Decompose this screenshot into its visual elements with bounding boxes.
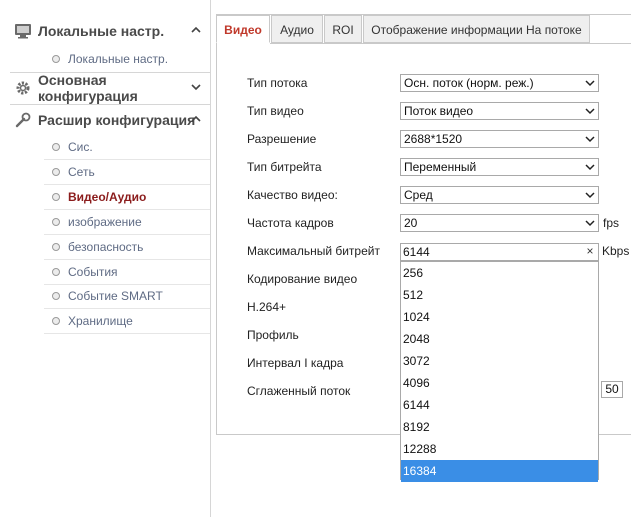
stream-type-value: Осн. поток (норм. реж.) — [404, 76, 534, 90]
video-type-label: Тип видео — [247, 104, 304, 118]
bitrate-option[interactable]: 6144 — [401, 394, 598, 416]
sidebar-section-label: Локальные настр. — [38, 23, 165, 39]
sidebar-section-label: Основная конфигурация — [37, 72, 138, 104]
clear-icon[interactable]: × — [584, 244, 596, 258]
bitrate-option[interactable]: 12288 — [401, 438, 598, 460]
wrench-icon — [14, 111, 32, 129]
sidebar-section-label: Расшир конфигурация — [38, 112, 196, 128]
sidebar: Локальные настр. Локальные настр. Основн… — [0, 0, 211, 517]
i-frame-interval-label: Интервал I кадра — [247, 356, 344, 370]
bullet-icon — [52, 168, 60, 176]
chevron-down-icon — [585, 80, 595, 87]
resolution-value: 2688*1520 — [404, 132, 463, 146]
stream-type-select[interactable]: Осн. поток (норм. реж.) — [400, 74, 599, 92]
bullet-icon — [52, 218, 60, 226]
bitrate-option[interactable]: 2048 — [401, 328, 598, 350]
bullet-icon — [52, 143, 60, 151]
bullet-icon — [52, 317, 60, 325]
chevron-up-icon — [191, 115, 201, 122]
h264plus-label: H.264+ — [247, 300, 287, 314]
tab-audio[interactable]: Аудио — [271, 15, 323, 43]
bullet-icon — [52, 55, 60, 63]
chevron-down-icon — [585, 108, 595, 115]
frame-rate-unit: fps — [603, 216, 620, 230]
chevron-down-icon — [585, 136, 595, 143]
sidebar-item-label: Сеть — [68, 165, 95, 179]
sidebar-item-events[interactable]: События — [44, 260, 210, 285]
frame-rate-label: Частота кадров — [247, 216, 334, 230]
bitrate-option[interactable]: 3072 — [401, 350, 598, 372]
video-type-value: Поток видео — [404, 104, 474, 118]
tab-video[interactable]: Видео — [216, 15, 270, 43]
chevron-down-icon — [585, 192, 595, 199]
bullet-icon — [52, 243, 60, 251]
tab-roi[interactable]: ROI — [324, 15, 362, 43]
chevron-down-icon — [191, 84, 201, 91]
sidebar-item-label: События — [68, 265, 118, 279]
chevron-up-icon — [191, 26, 201, 33]
frame-rate-select[interactable]: 20 — [400, 214, 599, 232]
tab-underline — [270, 43, 631, 44]
gear-icon — [14, 79, 32, 97]
bitrate-option-highlighted[interactable]: 16384 — [401, 460, 598, 482]
video-quality-value: Сред — [404, 188, 433, 202]
video-quality-select[interactable]: Сред — [400, 186, 599, 204]
max-bitrate-unit: Kbps — [602, 244, 630, 258]
profile-label: Профиль — [247, 328, 299, 342]
smooth-stream-label: Сглаженный поток — [247, 384, 351, 398]
sidebar-item-video-audio[interactable]: Видео/Аудио — [44, 185, 210, 210]
stream-type-label: Тип потока — [247, 76, 308, 90]
smooth-stream-value[interactable]: 50 — [601, 381, 623, 398]
sidebar-item-security[interactable]: безопасность — [44, 235, 210, 260]
video-encoding-label: Кодирование видео — [247, 272, 358, 286]
bullet-icon — [52, 292, 60, 300]
bitrate-option[interactable]: 4096 — [401, 372, 598, 394]
bitrate-option[interactable]: 256 — [401, 262, 598, 284]
video-quality-label: Качество видео: — [247, 188, 338, 202]
bitrate-dropdown-list: 256 512 1024 2048 3072 4096 6144 8192 12… — [400, 261, 599, 482]
bullet-icon — [52, 193, 60, 201]
monitor-icon — [14, 22, 32, 40]
bullet-icon — [52, 268, 60, 276]
max-bitrate-label: Максимальный битрейт — [247, 244, 380, 258]
bitrate-type-value: Переменный — [404, 160, 477, 174]
sidebar-item-network[interactable]: Сеть — [44, 160, 210, 185]
tab-osd-on-stream[interactable]: Отображение информации На потоке — [363, 15, 590, 43]
sidebar-section-basic[interactable]: Основная конфигурация — [10, 72, 210, 104]
bitrate-option[interactable]: 512 — [401, 284, 598, 306]
sidebar-item-label: изображение — [68, 215, 142, 229]
bitrate-type-select[interactable]: Переменный — [400, 158, 599, 176]
sidebar-item-label: Событие SMART — [68, 289, 163, 303]
sidebar-section-advanced[interactable]: Расшир конфигурация — [10, 104, 210, 136]
sidebar-item-storage[interactable]: Хранилище — [44, 309, 210, 334]
max-bitrate-input[interactable]: 6144 — [400, 243, 599, 261]
video-type-select[interactable]: Поток видео — [400, 102, 599, 120]
sidebar-item-label: Хранилище — [68, 314, 133, 328]
sidebar-section-local[interactable]: Локальные настр. — [10, 15, 210, 47]
bitrate-option[interactable]: 1024 — [401, 306, 598, 328]
sidebar-item-label: Видео/Аудио — [68, 190, 147, 204]
resolution-select[interactable]: 2688*1520 — [400, 130, 599, 148]
sidebar-item-label: Локальные настр. — [68, 52, 169, 66]
sidebar-item-image[interactable]: изображение — [44, 210, 210, 235]
resolution-label: Разрешение — [247, 132, 317, 146]
frame-rate-value: 20 — [404, 216, 418, 230]
sidebar-item-smart-event[interactable]: Событие SMART — [44, 284, 210, 309]
bitrate-option[interactable]: 8192 — [401, 416, 598, 438]
sidebar-item-label: безопасность — [68, 240, 144, 254]
chevron-down-icon — [585, 220, 595, 227]
sidebar-item-label: Сис. — [68, 140, 93, 154]
sidebar-item-local-settings[interactable]: Локальные настр. — [44, 47, 210, 71]
sidebar-item-system[interactable]: Сис. — [44, 135, 210, 160]
chevron-down-icon — [585, 164, 595, 171]
bitrate-type-label: Тип битрейта — [247, 160, 322, 174]
